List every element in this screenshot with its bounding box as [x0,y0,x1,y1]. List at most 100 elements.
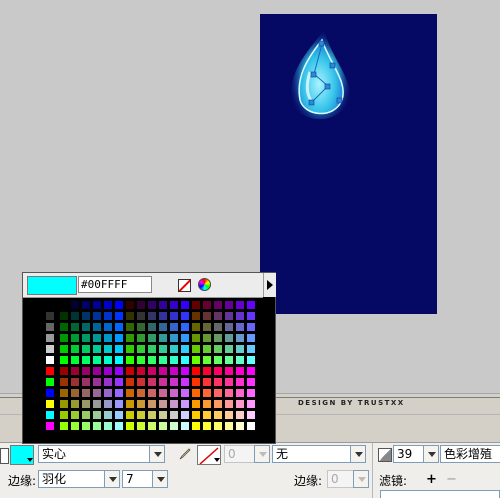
swatch-cell[interactable] [34,355,44,365]
swatch-cell[interactable] [235,322,245,332]
swatch-cell[interactable] [34,388,44,398]
edge-size-dropdown[interactable] [152,470,168,488]
swatch-cell[interactable] [246,311,256,321]
swatch-cell[interactable] [235,421,245,431]
swatch-cell[interactable] [114,344,124,354]
swatch-cell[interactable] [125,333,135,343]
swatch-cell[interactable] [158,333,168,343]
swatch-cell[interactable] [34,300,44,310]
swatch-cell[interactable] [103,333,113,343]
swatch-cell[interactable] [70,333,80,343]
swatch-cell[interactable] [235,300,245,310]
swatch-cell[interactable] [103,311,113,321]
swatch-cell[interactable] [59,399,69,409]
swatch-cell[interactable] [169,300,179,310]
swatch-cell[interactable] [136,410,146,420]
swatch-cell[interactable] [246,399,256,409]
swatch-cell[interactable] [136,322,146,332]
swatch-cell[interactable] [147,377,157,387]
swatch-cell[interactable] [202,366,212,376]
swatch-cell[interactable] [125,399,135,409]
swatch-cell[interactable] [213,377,223,387]
swatch-cell[interactable] [136,388,146,398]
swatch-cell[interactable] [92,333,102,343]
swatch-cell[interactable] [246,300,256,310]
swatch-cell[interactable] [45,366,55,376]
swatch-cell[interactable] [125,388,135,398]
no-color-button[interactable] [178,279,191,292]
swatch-cell[interactable] [125,410,135,420]
swatch-cell[interactable] [158,311,168,321]
swatch-cell[interactable] [235,388,245,398]
swatch-cell[interactable] [92,311,102,321]
swatch-cell[interactable] [213,355,223,365]
swatch-cell[interactable] [158,399,168,409]
swatch-cell[interactable] [191,388,201,398]
swatch-cell[interactable] [70,410,80,420]
swatch-cell[interactable] [246,421,256,431]
swatch-cell[interactable] [191,355,201,365]
swatch-cell[interactable] [158,421,168,431]
swatch-cell[interactable] [202,344,212,354]
swatch-cell[interactable] [202,399,212,409]
swatch-cell[interactable] [81,344,91,354]
swatch-cell[interactable] [34,399,44,409]
swatch-cell[interactable] [246,333,256,343]
swatch-cell[interactable] [103,366,113,376]
swatch-cell[interactable] [81,388,91,398]
swatch-cell[interactable] [180,355,190,365]
swatch-cell[interactable] [45,311,55,321]
swatch-cell[interactable] [147,399,157,409]
swatch-cell[interactable] [125,300,135,310]
swatch-cell[interactable] [224,410,234,420]
swatch-cell[interactable] [81,333,91,343]
swatch-cell[interactable] [81,410,91,420]
fill-style-select[interactable]: 实心 [38,445,165,463]
swatch-cell[interactable] [180,344,190,354]
swatch-cell[interactable] [147,322,157,332]
swatch-cell[interactable] [213,311,223,321]
blend-value-dropdown[interactable] [423,445,439,463]
swatch-cell[interactable] [224,399,234,409]
swatch-cell[interactable] [235,333,245,343]
swatch-cell[interactable] [34,344,44,354]
swatch-cell[interactable] [213,322,223,332]
swatch-cell[interactable] [81,399,91,409]
swatch-cell[interactable] [92,322,102,332]
swatch-cell[interactable] [81,311,91,321]
stroke-color-swatch[interactable] [197,445,221,465]
swatch-cell[interactable] [147,421,157,431]
swatch-cell[interactable] [224,355,234,365]
swatch-cell[interactable] [114,388,124,398]
swatch-cell[interactable] [81,377,91,387]
swatch-cell[interactable] [158,322,168,332]
swatch-cell[interactable] [59,300,69,310]
swatch-cell[interactable] [213,344,223,354]
swatch-cell[interactable] [147,344,157,354]
swatch-cell[interactable] [103,410,113,420]
swatch-cell[interactable] [103,355,113,365]
swatch-cell[interactable] [45,322,55,332]
swatch-cell[interactable] [224,311,234,321]
swatch-cell[interactable] [70,300,80,310]
swatch-cell[interactable] [136,311,146,321]
swatch-cell[interactable] [180,311,190,321]
swatch-cell[interactable] [235,366,245,376]
swatch-cell[interactable] [169,421,179,431]
swatch-cell[interactable] [147,388,157,398]
swatch-cell[interactable] [92,377,102,387]
swatch-cell[interactable] [202,388,212,398]
stroke-size-dropdown[interactable] [254,445,270,463]
swatch-cell[interactable] [92,421,102,431]
swatch-cell[interactable] [45,377,55,387]
swatch-cell[interactable] [202,377,212,387]
swatch-cell[interactable] [224,377,234,387]
swatch-cell[interactable] [125,377,135,387]
blend-mode-select[interactable]: 色彩增殖 [440,445,500,463]
swatch-cell[interactable] [180,421,190,431]
swatch-cell[interactable] [114,399,124,409]
swatch-cell[interactable] [158,377,168,387]
swatch-cell[interactable] [45,333,55,343]
swatch-cell[interactable] [59,421,69,431]
swatch-cell[interactable] [45,355,55,365]
